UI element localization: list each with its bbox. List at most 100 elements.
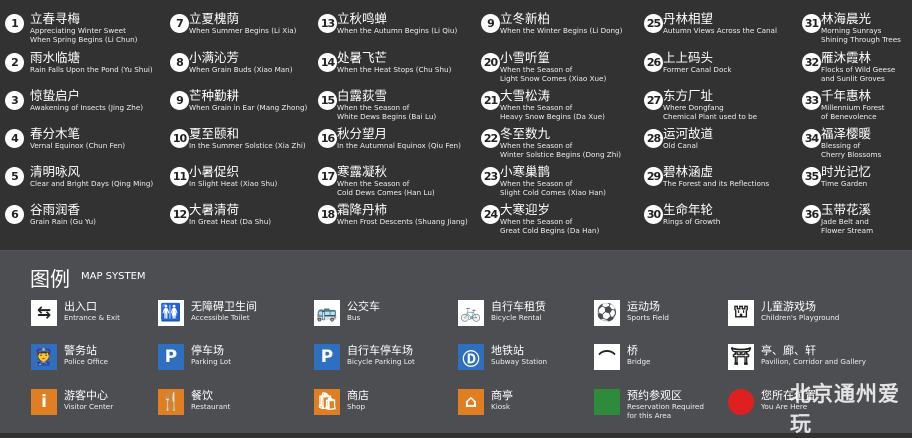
legend-label-zh: 餐饮 <box>191 389 213 402</box>
legend-label-zh: 桥 <box>627 344 638 357</box>
spot-number-badge: 36 <box>802 205 821 224</box>
legend-label-zh: 无障碍卫生间 <box>191 300 257 313</box>
legend-label-zh: 地铁站 <box>491 344 524 357</box>
legend-label-en: Subway Station <box>491 357 548 366</box>
spot-number-badge: 9 <box>170 91 189 110</box>
spot-number-badge: 11 <box>170 167 189 186</box>
spot-name-en: Flower Stream <box>821 226 874 235</box>
spot-name-zh: 夏至颐和 <box>189 126 240 141</box>
legend-label-zh: 运动场 <box>627 300 660 313</box>
bus-icon: 🚌 <box>314 300 340 326</box>
spot-name-en: When Grain Buds (Xiao Man) <box>189 65 293 74</box>
legend-label-zh: 公交车 <box>347 300 380 313</box>
spot-name-zh: 大雪松涛 <box>500 88 551 103</box>
legend-label-en: Parking Lot <box>191 357 232 366</box>
legend-label-en: Bicycle Rental <box>491 313 542 322</box>
spot-name-en: When the Season of <box>337 179 410 188</box>
shop-bag-icon: 🛍 <box>314 389 340 415</box>
spot-name-en: Jade Belt and <box>821 217 869 226</box>
spot-name-zh: 丹林相望 <box>663 11 714 26</box>
spot-name-zh: 福泽樱暖 <box>821 126 872 141</box>
spot-name-en: When the Autumn Begins (Li Qiu) <box>337 26 458 35</box>
legend-label-zh: 警务站 <box>64 344 97 357</box>
spot-name-zh: 千年惠林 <box>821 88 872 103</box>
spot-name-zh: 东方厂址 <box>663 88 714 103</box>
spot-name-en: In the Summer Solstice (Xia Zhi) <box>189 141 306 150</box>
spot-name-en: Cherry Blossoms <box>821 150 882 159</box>
spot-name-en: When Frost Descents (Shuang Jiang) <box>337 217 468 226</box>
spot-name-zh: 谷雨润香 <box>30 202 81 217</box>
legend-label-zh: 游客中心 <box>64 389 108 402</box>
legend-label-en: Children's Playground <box>761 313 840 322</box>
legend-label-zh: 商亭 <box>491 389 513 402</box>
spot-name-en: Great Cold Begins (Da Han) <box>500 226 600 235</box>
watermark: 北京通州爱玩 <box>790 382 900 436</box>
spot-number-badge: 28 <box>644 129 663 148</box>
spot-name-en: White Dews Begins (Bai Lu) <box>337 112 437 121</box>
spot-name-en: Old Canal <box>663 141 698 150</box>
spot-name-en: When the Season of <box>500 217 573 226</box>
legend-label-zh: 出入口 <box>64 300 97 313</box>
spot-number-badge: 15 <box>318 91 337 110</box>
spot-name-zh: 冬至数九 <box>500 126 551 141</box>
legend-label-en: Visitor Center <box>64 402 114 411</box>
spot-name-zh: 惊蛰启户 <box>30 88 81 103</box>
spot-name-en: In the Autumnal Equinox (Qiu Fen) <box>337 141 461 150</box>
accessible-toilet-icon: 🚻 <box>158 300 184 326</box>
spot-name-en: Flocks of Wild Geese <box>821 65 896 74</box>
spot-number-badge: 33 <box>802 91 821 110</box>
spot-number-badge: 32 <box>802 53 821 72</box>
spot-name-zh: 林海晨光 <box>821 11 872 26</box>
spot-number-badge: 6 <box>5 205 24 224</box>
spot-number-badge: 3 <box>5 91 24 110</box>
spot-name-en: When the Season of <box>500 103 573 112</box>
bicycle-icon: 🚲 <box>458 300 484 326</box>
spot-number-badge: 9 <box>481 14 500 33</box>
legend-label-en: Reservation Required <box>627 402 704 411</box>
spot-name-zh: 白露荻雪 <box>337 88 388 103</box>
spot-name-zh: 运河故道 <box>663 126 714 141</box>
legend-title: 图例 <box>30 267 70 291</box>
spot-number-badge: 23 <box>481 167 500 186</box>
spot-name-zh: 处暑飞芒 <box>337 50 388 65</box>
legend-label-en: Accessible Toilet <box>191 313 250 322</box>
sports-ball-icon: ⚽ <box>594 300 620 326</box>
spot-number-badge: 12 <box>170 205 189 224</box>
spot-number-badge: 5 <box>5 167 24 186</box>
spot-name-en: and Sunlit Groves <box>821 74 885 83</box>
spot-name-en: Cold Dews Comes (Han Lu) <box>337 188 435 197</box>
legend-label-en: for this Area <box>627 411 672 420</box>
spot-name-en: Millennium Forest <box>821 103 885 112</box>
spot-name-zh: 小雪听篁 <box>500 50 551 65</box>
legend-label-zh: 自行车租赁 <box>491 300 546 313</box>
spot-number-badge: 30 <box>644 205 663 224</box>
spot-number-badge: 2 <box>5 53 24 72</box>
spot-name-en: Heavy Snow Begins (Da Xue) <box>500 112 605 121</box>
spot-name-zh: 大暑清荷 <box>189 202 240 217</box>
spot-name-zh: 立冬新柏 <box>500 11 551 26</box>
spot-name-zh: 大寒迎岁 <box>500 202 551 217</box>
spot-number-badge: 27 <box>644 91 663 110</box>
bridge-icon: ⌒ <box>594 344 620 370</box>
spot-name-zh: 小暑促织 <box>189 164 240 179</box>
spot-name-zh: 玉带花溪 <box>821 202 872 217</box>
spot-name-en: of Benevolence <box>821 112 877 121</box>
spot-name-zh: 时光记忆 <box>821 164 872 179</box>
legend-label-en: Sports Field <box>627 313 669 322</box>
kiosk-icon: ⌂ <box>458 389 484 415</box>
spot-name-en: When the Season of <box>500 141 573 150</box>
spot-number-badge: 25 <box>644 14 663 33</box>
spot-name-en: Clear and Bright Days (Qing Ming) <box>30 179 154 188</box>
spot-name-zh: 霜降丹柿 <box>337 202 388 217</box>
spot-name-en: Autumn Views Across the Canal <box>663 26 777 35</box>
you-are-here-icon <box>728 389 754 415</box>
spot-name-en: When Spring Begins (Li Chun) <box>30 35 138 44</box>
bicycle-parking-icon: P <box>314 344 340 370</box>
spot-name-zh: 寒露凝秋 <box>337 164 388 179</box>
spot-name-zh: 上上码头 <box>663 50 714 65</box>
parking-icon: P <box>158 344 184 370</box>
legend-label-zh: 商店 <box>347 389 369 402</box>
legend-label-en: Bicycle Parking Lot <box>347 357 415 366</box>
pavilion-icon: ⛩ <box>728 344 754 370</box>
spot-name-en: Light Snow Comes (Xiao Xue) <box>500 74 607 83</box>
